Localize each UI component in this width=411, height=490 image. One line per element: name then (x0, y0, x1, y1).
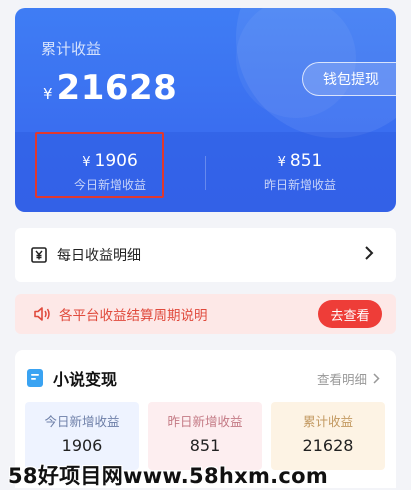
yesterday-earnings-label: 昨日新增收益 (263, 178, 336, 192)
yesterday-earnings-value: 851 (289, 151, 323, 171)
settlement-notice-bar: 各平台收益结算周期说明 去查看 (15, 294, 396, 334)
wallet-withdraw-button[interactable]: 钱包提现 (302, 62, 396, 96)
view-details-link[interactable]: 查看明细 (317, 369, 380, 388)
novel-today-value: 1906 (61, 436, 103, 455)
chevron-right-icon (373, 373, 380, 384)
novel-yesterday-value: 851 (189, 436, 221, 455)
novel-today-label: 今日新增收益 (44, 414, 120, 429)
highlight-annotation-box (35, 132, 164, 198)
chevron-right-icon (365, 246, 374, 260)
total-earnings-amount: ¥ 21628 (43, 68, 177, 108)
watermark-text: 58好项目网www.58hxm.com (8, 464, 329, 488)
currency-symbol: ¥ (43, 85, 53, 103)
view-details-label: 查看明细 (316, 372, 367, 387)
novel-yesterday-label: 昨日新增收益 (167, 414, 243, 429)
currency-symbol: ¥ (277, 155, 286, 170)
daily-earnings-detail-label: 每日收益明细 (57, 248, 141, 264)
total-earnings-label: 累计收益 (41, 40, 102, 58)
total-earnings-value: 21628 (56, 68, 178, 108)
novel-section-title: 小说变现 (53, 370, 118, 389)
daily-earnings-detail-row[interactable]: 每日收益明细 (15, 228, 396, 282)
view-notice-button[interactable]: 去查看 (318, 300, 382, 328)
yen-receipt-icon (31, 247, 47, 263)
novel-total-label: 累计收益 (302, 414, 353, 429)
book-icon (27, 369, 43, 387)
yesterday-earnings: ¥851 昨日新增收益 (205, 132, 395, 212)
speaker-icon (34, 307, 50, 321)
settlement-notice-text: 各平台收益结算周期说明 (59, 308, 208, 324)
novel-total-value: 21628 (302, 436, 354, 455)
